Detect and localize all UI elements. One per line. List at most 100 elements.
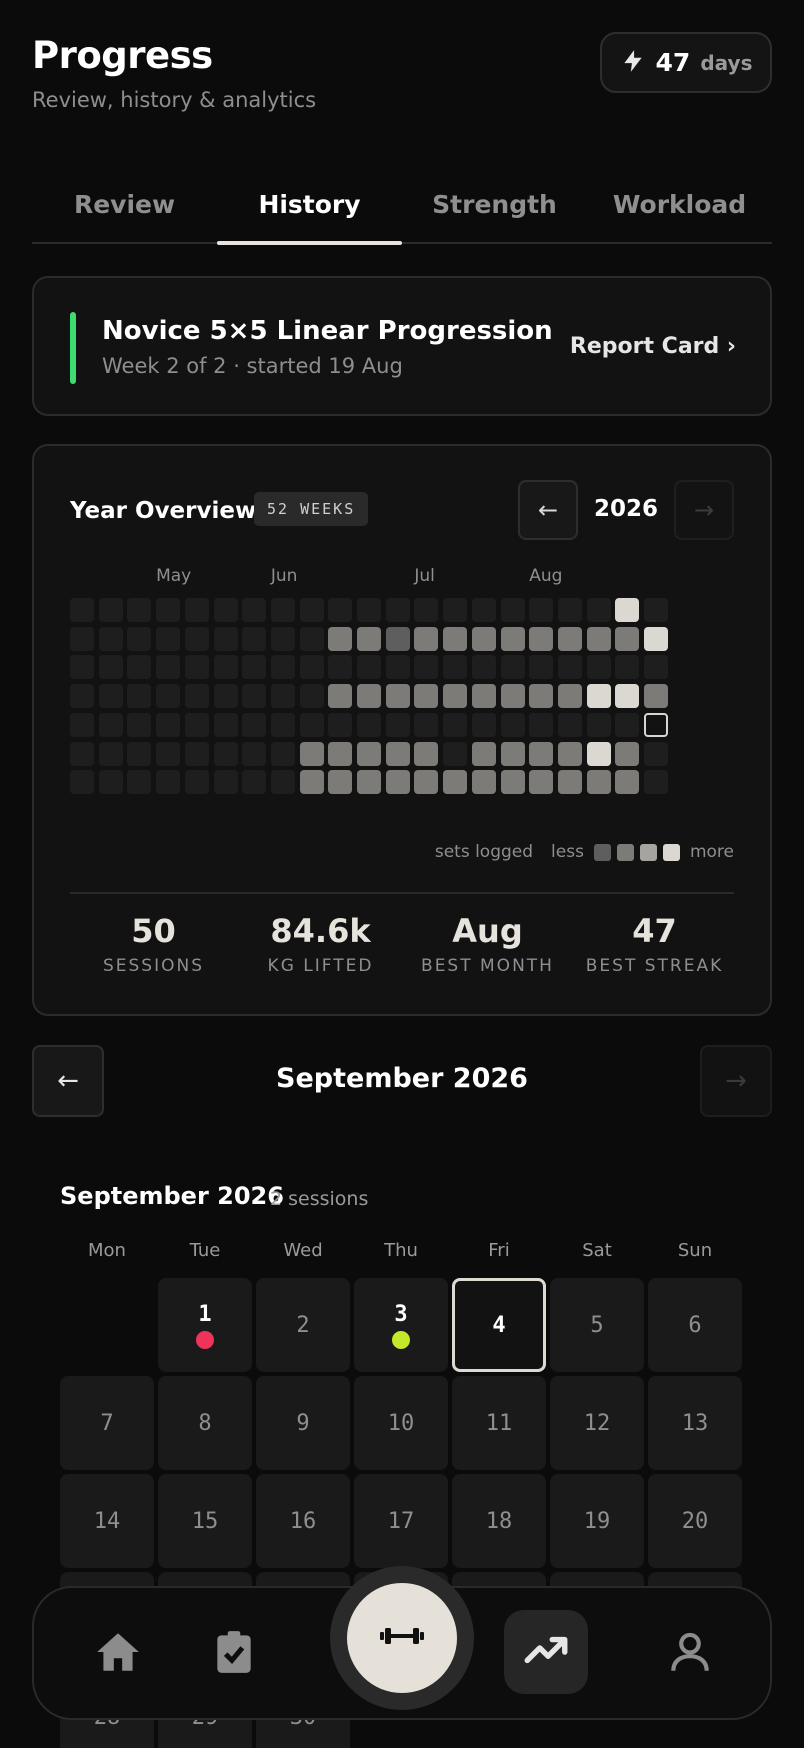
heatmap-cell[interactable] — [299, 598, 324, 622]
heatmap-cell[interactable] — [385, 598, 410, 622]
heatmap-cell[interactable] — [615, 626, 640, 651]
heatmap-cell[interactable] — [357, 626, 381, 651]
heatmap-cell[interactable] — [270, 598, 295, 622]
heatmap-cell[interactable] — [500, 770, 525, 795]
heatmap-cell[interactable] — [557, 626, 582, 651]
nav-plan[interactable] — [204, 1624, 264, 1684]
heatmap-cell[interactable] — [644, 770, 668, 795]
heatmap-cell[interactable] — [98, 741, 123, 766]
heatmap-cell[interactable] — [98, 684, 123, 709]
heatmap-cell[interactable] — [242, 626, 267, 651]
calendar-day[interactable]: 20 — [648, 1474, 742, 1568]
heatmap-cell[interactable] — [328, 712, 353, 737]
heatmap-cell[interactable] — [443, 598, 468, 622]
streak-badge[interactable]: 47 days — [600, 32, 772, 93]
heatmap-cell[interactable] — [414, 770, 439, 795]
heatmap-cell[interactable] — [500, 598, 525, 622]
heatmap-cell[interactable] — [127, 626, 152, 651]
calendar-day[interactable]: 15 — [158, 1474, 252, 1568]
heatmap-cell[interactable] — [385, 712, 410, 737]
heatmap-cell[interactable] — [500, 712, 525, 737]
heatmap-cell[interactable] — [357, 598, 381, 622]
calendar-day[interactable]: 18 — [452, 1474, 546, 1568]
heatmap-cell[interactable] — [500, 626, 525, 651]
heatmap-cell[interactable] — [557, 684, 582, 709]
heatmap-cell[interactable] — [213, 684, 238, 709]
heatmap-cell[interactable] — [357, 684, 381, 709]
calendar-day[interactable]: 12 — [550, 1376, 644, 1470]
heatmap-cell[interactable] — [586, 712, 611, 737]
calendar-day[interactable]: 3 — [354, 1278, 448, 1372]
heatmap-cell[interactable] — [70, 770, 94, 795]
heatmap-cell[interactable] — [270, 741, 295, 766]
heatmap-cell[interactable] — [615, 770, 640, 795]
heatmap-cell[interactable] — [299, 684, 324, 709]
calendar-day[interactable]: 1 — [158, 1278, 252, 1372]
report-card-link[interactable]: Report Card › — [570, 334, 736, 359]
next-year-button[interactable]: → — [674, 480, 734, 540]
heatmap-cell[interactable] — [385, 655, 410, 680]
heatmap-cell[interactable] — [156, 684, 181, 709]
heatmap-cell[interactable] — [443, 684, 468, 709]
heatmap-cell[interactable] — [414, 626, 439, 651]
calendar-day[interactable]: 17 — [354, 1474, 448, 1568]
heatmap-cell[interactable] — [184, 770, 209, 795]
heatmap-cell[interactable] — [443, 770, 468, 795]
heatmap-cell[interactable] — [156, 770, 181, 795]
heatmap-cell[interactable] — [184, 655, 209, 680]
heatmap-cell[interactable] — [586, 626, 611, 651]
heatmap-cell[interactable] — [184, 684, 209, 709]
heatmap-cell[interactable] — [213, 770, 238, 795]
heatmap-cell[interactable] — [299, 770, 324, 795]
heatmap-cell[interactable] — [127, 741, 152, 766]
calendar-day[interactable]: 4 — [452, 1278, 546, 1372]
heatmap-cell[interactable] — [615, 655, 640, 680]
calendar-day[interactable]: 11 — [452, 1376, 546, 1470]
heatmap-cell[interactable] — [557, 770, 582, 795]
heatmap-cell[interactable] — [70, 741, 94, 766]
heatmap-cell[interactable] — [529, 712, 554, 737]
heatmap-cell[interactable] — [98, 626, 123, 651]
heatmap-cell[interactable] — [328, 770, 353, 795]
heatmap-cell[interactable] — [70, 655, 94, 680]
heatmap-cell[interactable] — [385, 626, 410, 651]
next-month-button[interactable]: → — [700, 1045, 772, 1117]
heatmap-cell[interactable] — [557, 741, 582, 766]
heatmap-cell[interactable] — [127, 655, 152, 680]
heatmap-cell[interactable] — [127, 770, 152, 795]
heatmap-cell[interactable] — [557, 598, 582, 622]
calendar-day[interactable]: 2 — [256, 1278, 350, 1372]
heatmap-cell[interactable] — [70, 684, 94, 709]
heatmap-cell[interactable] — [557, 655, 582, 680]
heatmap-cell[interactable] — [299, 741, 324, 766]
heatmap-cell[interactable] — [70, 626, 94, 651]
heatmap-cell[interactable] — [328, 598, 353, 622]
heatmap-cell[interactable] — [644, 598, 668, 622]
calendar-day[interactable]: 13 — [648, 1376, 742, 1470]
heatmap-cell[interactable] — [385, 770, 410, 795]
heatmap-cell[interactable] — [184, 598, 209, 622]
heatmap-cell[interactable] — [184, 712, 209, 737]
heatmap-cell[interactable] — [385, 741, 410, 766]
calendar-day[interactable]: 10 — [354, 1376, 448, 1470]
heatmap-cell[interactable] — [615, 684, 640, 709]
nav-home[interactable] — [88, 1624, 148, 1684]
heatmap-cell[interactable] — [270, 626, 295, 651]
heatmap-cell[interactable] — [299, 712, 324, 737]
heatmap-cell[interactable] — [529, 684, 554, 709]
heatmap-cell[interactable] — [529, 598, 554, 622]
heatmap-cell[interactable] — [357, 741, 381, 766]
nav-profile[interactable] — [660, 1624, 720, 1684]
heatmap-cell[interactable] — [471, 684, 496, 709]
tab-strength[interactable]: Strength — [402, 178, 587, 242]
tab-workload[interactable]: Workload — [587, 178, 772, 242]
heatmap-cell[interactable] — [529, 770, 554, 795]
heatmap-cell[interactable] — [529, 655, 554, 680]
heatmap-cell[interactable] — [615, 598, 640, 622]
heatmap-cell[interactable] — [500, 655, 525, 680]
heatmap-cell[interactable] — [500, 741, 525, 766]
heatmap-cell[interactable] — [615, 741, 640, 766]
heatmap-cell[interactable] — [98, 712, 123, 737]
calendar-day[interactable]: 14 — [60, 1474, 154, 1568]
heatmap-cell[interactable] — [270, 712, 295, 737]
